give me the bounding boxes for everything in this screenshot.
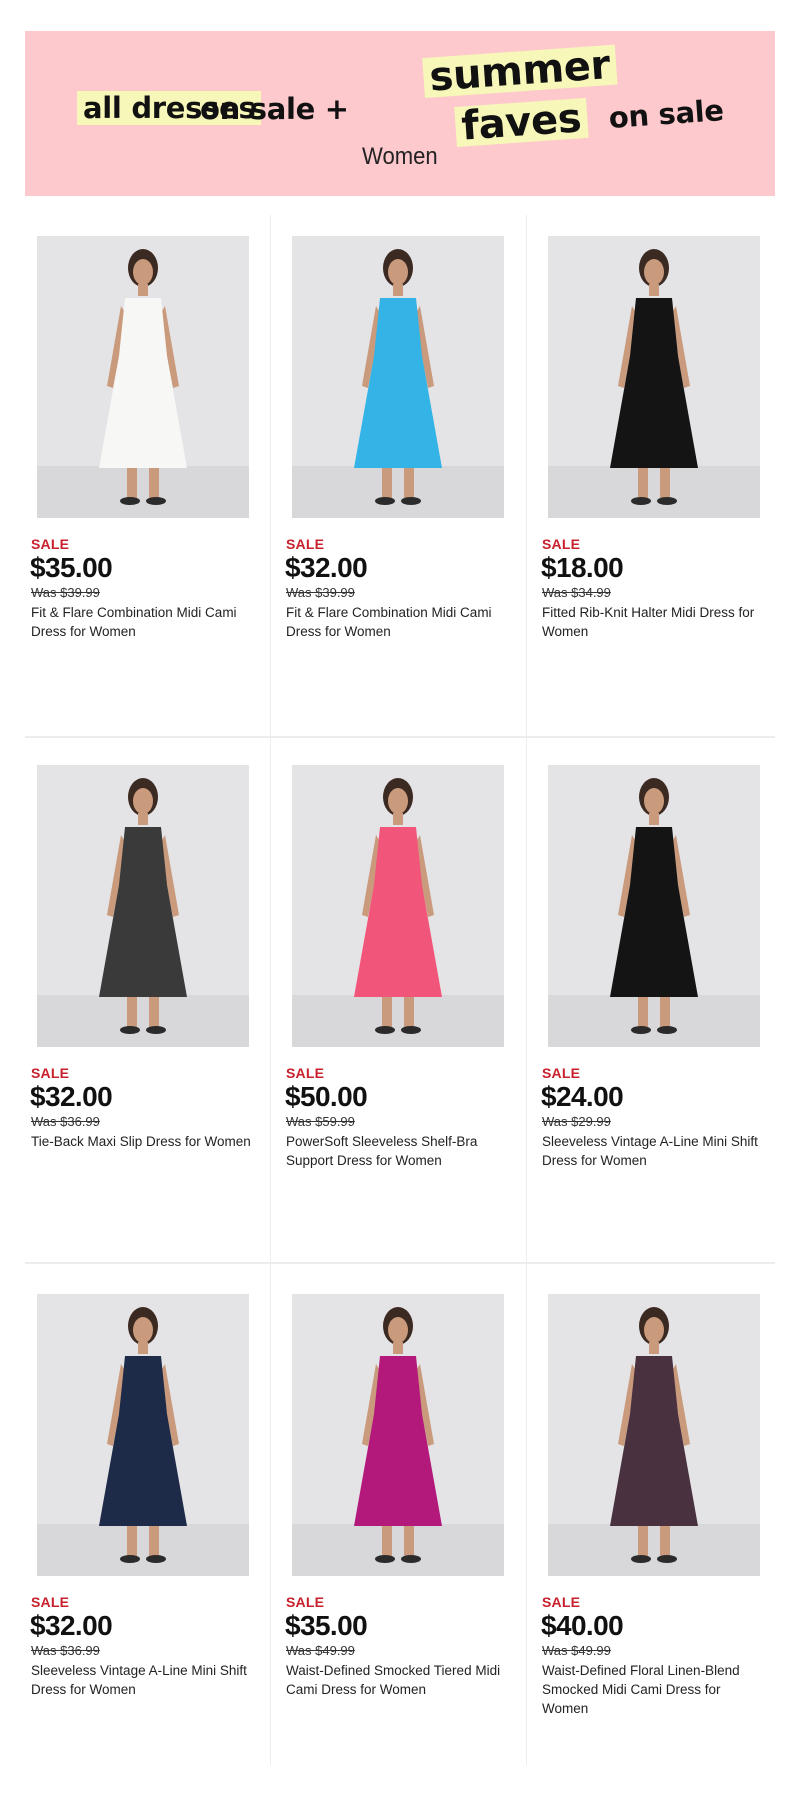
banner-headline-on-sale: on sale	[607, 93, 725, 135]
promo-banner[interactable]: all dresses on sale + summer faves on sa…	[25, 31, 775, 196]
row-divider	[25, 736, 775, 738]
sale-price: $18.00	[541, 552, 624, 583]
sale-price: $32.00	[30, 1081, 113, 1112]
column-divider	[270, 215, 271, 1765]
sale-badge: SALE	[286, 536, 325, 552]
sale-badge: SALE	[542, 1594, 581, 1610]
sale-badge: SALE	[542, 536, 581, 552]
banner-subtitle[interactable]: Women	[362, 143, 438, 171]
sale-badge: SALE	[31, 1594, 70, 1610]
sale-price: $24.00	[541, 1081, 624, 1112]
sale-price: $35.00	[285, 1610, 368, 1641]
product-image[interactable]	[292, 236, 504, 518]
product-name-link[interactable]: Sleeveless Vintage A-Line Mini Shift Dre…	[542, 1132, 770, 1170]
row-divider	[25, 1262, 775, 1264]
original-price: Was $36.99	[31, 1643, 100, 1658]
original-price: Was $49.99	[542, 1643, 611, 1658]
original-price: Was $29.99	[542, 1114, 611, 1129]
sale-price: $32.00	[30, 1610, 113, 1641]
sale-price: $40.00	[541, 1610, 624, 1641]
banner-headline-faves: faves	[454, 95, 589, 150]
model-figure-image	[548, 1294, 760, 1576]
original-price: Was $39.99	[31, 585, 100, 600]
product-image[interactable]	[37, 236, 249, 518]
model-figure-image	[292, 1294, 504, 1576]
sale-price: $32.00	[285, 552, 368, 583]
model-figure-image	[548, 236, 760, 518]
model-figure-image	[548, 765, 760, 1047]
sale-badge: SALE	[31, 1065, 70, 1081]
model-figure-image	[292, 765, 504, 1047]
model-figure-image	[37, 1294, 249, 1576]
column-divider	[526, 215, 527, 1765]
product-name-link[interactable]: Sleeveless Vintage A-Line Mini Shift Dre…	[31, 1661, 259, 1699]
product-name-link[interactable]: Tie-Back Maxi Slip Dress for Women	[31, 1132, 259, 1151]
product-image[interactable]	[37, 765, 249, 1047]
product-name-link[interactable]: PowerSoft Sleeveless Shelf-Bra Support D…	[286, 1132, 514, 1170]
sale-badge: SALE	[286, 1065, 325, 1081]
product-image[interactable]	[548, 1294, 760, 1576]
original-price: Was $59.99	[286, 1114, 355, 1129]
product-image[interactable]	[292, 765, 504, 1047]
original-price: Was $36.99	[31, 1114, 100, 1129]
product-name-link[interactable]: Fit & Flare Combination Midi Cami Dress …	[286, 603, 514, 641]
product-name-link[interactable]: Fitted Rib-Knit Halter Midi Dress for Wo…	[542, 603, 770, 641]
product-image[interactable]	[548, 236, 760, 518]
model-figure-image	[37, 236, 249, 518]
product-name-link[interactable]: Waist-Defined Floral Linen-Blend Smocked…	[542, 1661, 770, 1718]
original-price: Was $34.99	[542, 585, 611, 600]
product-name-link[interactable]: Waist-Defined Smocked Tiered Midi Cami D…	[286, 1661, 514, 1699]
sale-badge: SALE	[542, 1065, 581, 1081]
sale-badge: SALE	[31, 536, 70, 552]
model-figure-image	[37, 765, 249, 1047]
sale-badge: SALE	[286, 1594, 325, 1610]
original-price: Was $49.99	[286, 1643, 355, 1658]
product-image[interactable]	[548, 765, 760, 1047]
original-price: Was $39.99	[286, 585, 355, 600]
banner-headline-part-2: on sale +	[200, 92, 349, 126]
banner-headline-summer: summer	[422, 42, 618, 101]
model-figure-image	[292, 236, 504, 518]
product-image[interactable]	[292, 1294, 504, 1576]
sale-price: $35.00	[30, 552, 113, 583]
product-name-link[interactable]: Fit & Flare Combination Midi Cami Dress …	[31, 603, 259, 641]
sale-price: $50.00	[285, 1081, 368, 1112]
product-image[interactable]	[37, 1294, 249, 1576]
